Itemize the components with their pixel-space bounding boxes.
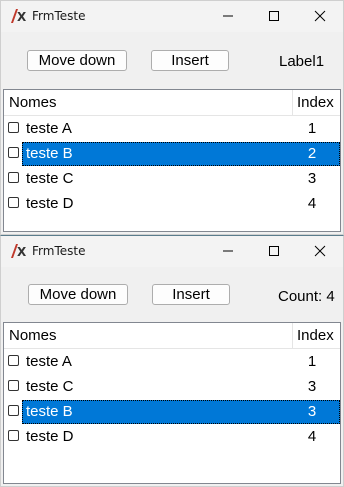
insert-button[interactable]: Insert xyxy=(152,284,230,305)
list-item[interactable]: teste B 2 xyxy=(4,142,340,167)
svg-text:X: X xyxy=(17,245,27,259)
item-index: 1 xyxy=(307,120,317,137)
item-name: teste B xyxy=(26,403,73,420)
listview-header: Nomes Index xyxy=(4,90,340,116)
item-name: teste B xyxy=(26,145,73,162)
row-checkbox[interactable] xyxy=(8,430,19,441)
close-icon xyxy=(314,245,326,257)
column-header-index[interactable]: Index xyxy=(297,94,334,111)
list-item[interactable]: teste C 3 xyxy=(4,375,340,400)
list-item[interactable]: teste D 4 xyxy=(4,192,340,217)
status-label: Count: 4 xyxy=(278,288,335,305)
maximize-button[interactable] xyxy=(251,236,297,267)
window-title: FrmTeste xyxy=(32,244,86,258)
list-item[interactable]: teste C 3 xyxy=(4,167,340,192)
window-title: FrmTeste xyxy=(32,9,86,23)
minimize-icon xyxy=(223,250,233,252)
column-divider[interactable] xyxy=(292,90,293,115)
column-divider[interactable] xyxy=(292,323,293,348)
item-index: 3 xyxy=(307,378,317,395)
minimize-button[interactable] xyxy=(205,1,251,32)
list-item[interactable]: teste A 1 xyxy=(4,117,340,142)
column-header-nomes[interactable]: Nomes xyxy=(9,94,57,111)
item-name: teste D xyxy=(26,428,74,445)
frmteste-window-2: X FrmTeste Move down Insert Count: 4 Nom… xyxy=(0,235,344,487)
column-header-nomes[interactable]: Nomes xyxy=(9,327,57,344)
row-checkbox[interactable] xyxy=(8,197,19,208)
title-bar[interactable]: X FrmTeste xyxy=(1,1,343,32)
row-checkbox[interactable] xyxy=(8,172,19,183)
close-button[interactable] xyxy=(297,236,343,267)
move-down-button[interactable]: Move down xyxy=(27,50,127,71)
list-item[interactable]: teste D 4 xyxy=(4,425,340,450)
item-index: 1 xyxy=(307,353,317,370)
row-checkbox[interactable] xyxy=(8,405,19,416)
maximize-icon xyxy=(269,11,279,21)
maximize-icon xyxy=(269,246,279,256)
move-down-button[interactable]: Move down xyxy=(28,284,128,305)
list-item[interactable]: teste A 1 xyxy=(4,350,340,375)
item-index: 4 xyxy=(307,195,317,212)
item-index: 3 xyxy=(307,170,317,187)
status-label: Label1 xyxy=(279,53,325,70)
item-index: 4 xyxy=(307,428,317,445)
items-listview[interactable]: Nomes Index teste A 1 teste C 3 teste B … xyxy=(3,322,341,484)
close-button[interactable] xyxy=(297,1,343,32)
item-name: teste C xyxy=(26,378,74,395)
column-header-index[interactable]: Index xyxy=(297,327,334,344)
item-index: 3 xyxy=(307,403,317,420)
item-name: teste A xyxy=(26,120,72,137)
svg-text:X: X xyxy=(17,10,27,24)
maximize-button[interactable] xyxy=(251,1,297,32)
insert-button[interactable]: Insert xyxy=(151,50,229,71)
lazarus-icon: X xyxy=(10,243,28,259)
row-checkbox[interactable] xyxy=(8,380,19,391)
item-name: teste D xyxy=(26,195,74,212)
item-name: teste C xyxy=(26,170,74,187)
minimize-button[interactable] xyxy=(205,236,251,267)
items-listview[interactable]: Nomes Index teste A 1 teste B 2 teste C … xyxy=(3,89,341,232)
close-icon xyxy=(314,10,326,22)
row-checkbox[interactable] xyxy=(8,147,19,158)
row-checkbox[interactable] xyxy=(8,355,19,366)
item-name: teste A xyxy=(26,353,72,370)
minimize-icon xyxy=(223,15,233,17)
lazarus-icon: X xyxy=(10,8,28,24)
frmteste-window-1: X FrmTeste Move down Insert Label1 Nomes… xyxy=(0,0,344,235)
item-index: 2 xyxy=(307,145,317,162)
list-item[interactable]: teste B 3 xyxy=(4,400,340,425)
title-bar[interactable]: X FrmTeste xyxy=(1,236,343,267)
row-checkbox[interactable] xyxy=(8,122,19,133)
listview-header: Nomes Index xyxy=(4,323,340,349)
